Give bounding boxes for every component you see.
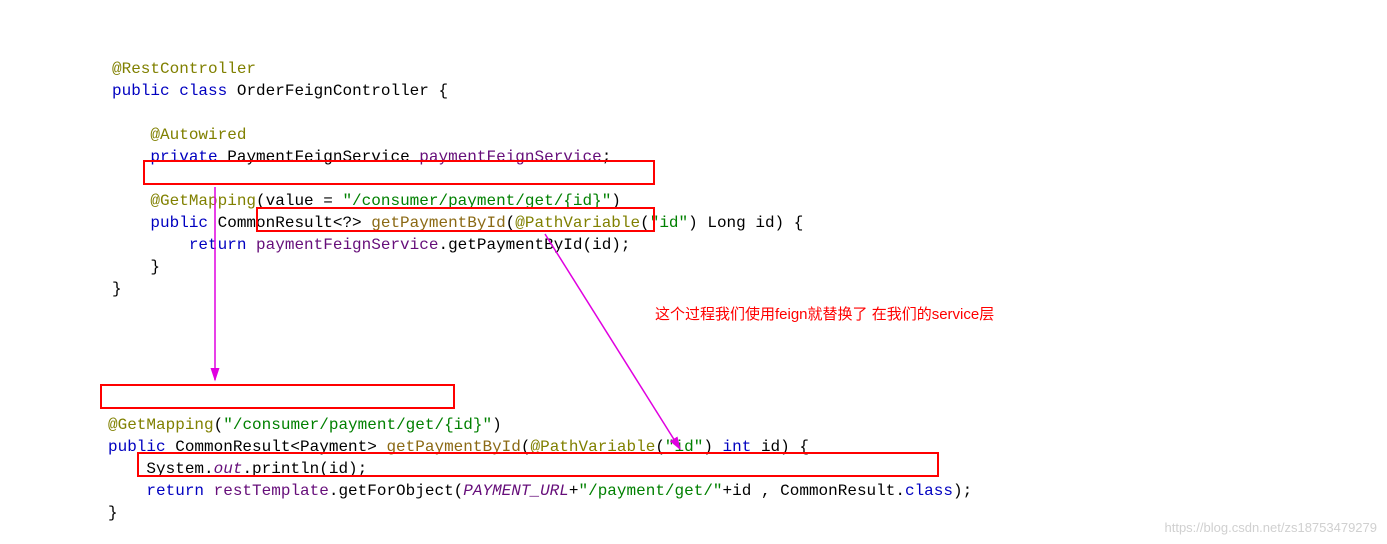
class-keyword: class bbox=[179, 82, 227, 100]
code-block-upper: @RestController public class OrderFeignC… bbox=[112, 36, 803, 300]
code-block-lower: @GetMapping("/consumer/payment/get/{id}"… bbox=[108, 392, 972, 524]
explanation-comment: 这个过程我们使用feign就替换了 在我们的service层 bbox=[655, 282, 994, 326]
get-mapping-annotation: @GetMapping bbox=[150, 192, 256, 210]
get-mapping-annotation-2: @GetMapping bbox=[108, 416, 214, 434]
service-field: paymentFeignService bbox=[419, 148, 601, 166]
rest-controller-annotation: @RestController bbox=[112, 60, 256, 78]
system-out: out bbox=[214, 460, 243, 478]
mapping-url: "/consumer/payment/get/{id}" bbox=[342, 192, 611, 210]
watermark: https://blog.csdn.net/zs18753479279 bbox=[1165, 517, 1378, 539]
method-name: getPaymentById bbox=[371, 214, 505, 232]
service-field-call: paymentFeignService bbox=[256, 236, 438, 254]
public-keyword: public bbox=[112, 82, 170, 100]
class-name: OrderFeignController bbox=[237, 82, 429, 100]
mapping-url-2: "/consumer/payment/get/{id}" bbox=[223, 416, 492, 434]
rest-template-field: restTemplate bbox=[214, 482, 329, 500]
private-keyword: private bbox=[150, 148, 217, 166]
payment-url-constant: PAYMENT_URL bbox=[463, 482, 569, 500]
autowired-annotation: @Autowired bbox=[150, 126, 246, 144]
